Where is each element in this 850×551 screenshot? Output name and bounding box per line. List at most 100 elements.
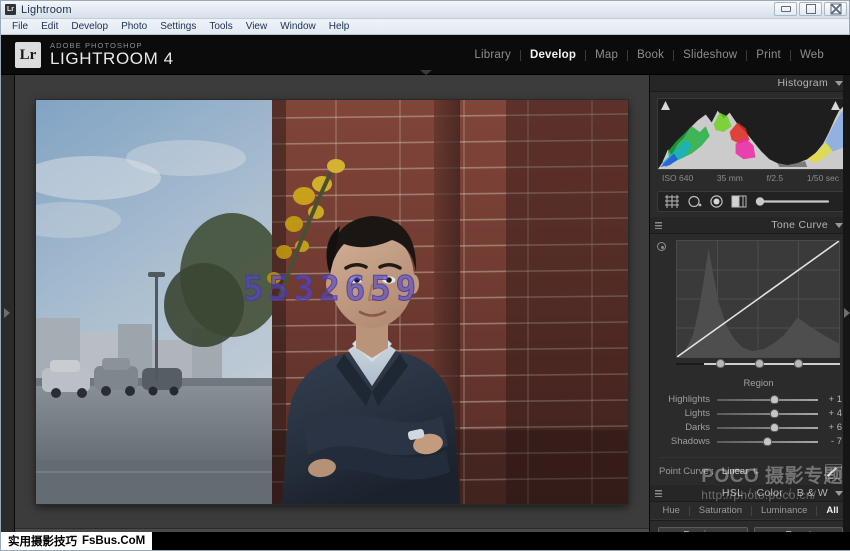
menu-tools[interactable]: Tools bbox=[203, 20, 238, 33]
slider-label: Darks bbox=[659, 422, 717, 433]
window-app-icon: Lr bbox=[5, 4, 16, 15]
tab-separator bbox=[816, 506, 817, 516]
slider-track[interactable] bbox=[717, 436, 818, 447]
histogram-exif: ISO 640 35 mm f/2.5 1/50 sec bbox=[657, 170, 844, 187]
slider-lights[interactable]: Lights + 4 bbox=[659, 407, 842, 420]
slider-knob[interactable] bbox=[770, 409, 779, 418]
right-panel-scroll: Histogram bbox=[650, 75, 850, 520]
slider-value: - 7 bbox=[818, 436, 842, 447]
hsl-panel-header[interactable]: HSL / Color / B & W bbox=[650, 485, 850, 502]
exif-iso: ISO 640 bbox=[662, 173, 693, 183]
chevron-down-icon[interactable] bbox=[835, 81, 843, 86]
module-library[interactable]: Library bbox=[465, 49, 520, 61]
slider-knob[interactable] bbox=[763, 437, 772, 446]
tone-curve-region-rail bbox=[676, 358, 840, 370]
tc-split-knob-shadows[interactable] bbox=[716, 359, 725, 368]
region-label: Region bbox=[659, 378, 842, 389]
targeted-adjustment-icon[interactable] bbox=[657, 242, 666, 251]
maximize-button[interactable] bbox=[799, 2, 822, 16]
module-slideshow[interactable]: Slideshow bbox=[674, 49, 746, 61]
tone-curve-panel-header[interactable]: Tone Curve bbox=[650, 217, 850, 234]
window-controls bbox=[774, 2, 847, 16]
tone-curve-region: Region Highlights + 1 Lights bbox=[650, 372, 850, 485]
slider-highlights[interactable]: Highlights + 1 bbox=[659, 393, 842, 406]
close-button[interactable] bbox=[824, 2, 847, 16]
menu-edit[interactable]: Edit bbox=[35, 20, 64, 33]
slider-value: + 1 bbox=[818, 394, 842, 405]
tone-curve-panel bbox=[650, 234, 850, 372]
crop-overlay-icon[interactable] bbox=[664, 195, 680, 208]
menu-help[interactable]: Help bbox=[323, 20, 356, 33]
red-eye-icon[interactable] bbox=[710, 195, 723, 208]
hsl-title-hsl[interactable]: HSL bbox=[722, 487, 743, 499]
minimize-button[interactable] bbox=[774, 2, 797, 16]
menu-view[interactable]: View bbox=[240, 20, 274, 33]
module-web[interactable]: Web bbox=[791, 49, 833, 61]
point-curve-label: Point Curve : bbox=[659, 466, 714, 477]
statusbar-text-cn: 实用摄影技巧 bbox=[8, 533, 77, 549]
slider-darks[interactable]: Darks + 6 bbox=[659, 421, 842, 434]
identity-plate[interactable]: Lr ADOBE PHOTOSHOP LIGHTROOM 4 bbox=[15, 42, 174, 68]
adjustment-brush-icon[interactable] bbox=[755, 196, 831, 207]
tc-split-knob-midtones[interactable] bbox=[755, 359, 764, 368]
hsl-title-bw[interactable]: B & W bbox=[797, 487, 828, 499]
menu-photo[interactable]: Photo bbox=[115, 20, 153, 33]
tone-curve-plot bbox=[677, 241, 839, 357]
exif-shutter: 1/50 sec bbox=[807, 173, 839, 183]
point-curve-value[interactable]: Linear bbox=[722, 466, 748, 477]
window-title: Lightroom bbox=[21, 4, 72, 16]
photo-frame: 5532659 bbox=[36, 100, 628, 504]
exif-aperture: f/2.5 bbox=[767, 173, 784, 183]
module-develop[interactable]: Develop bbox=[521, 49, 585, 61]
module-book[interactable]: Book bbox=[628, 49, 673, 61]
photo-image bbox=[36, 100, 628, 504]
slider-label: Shadows bbox=[659, 436, 717, 447]
lightroom-app: Lr ADOBE PHOTOSHOP LIGHTROOM 4 Library D… bbox=[1, 35, 850, 550]
histogram-title: Histogram bbox=[777, 77, 828, 89]
point-curve-row: Point Curve : Linear ⇅ bbox=[659, 457, 842, 479]
hsl-tab-saturation[interactable]: Saturation bbox=[699, 505, 742, 516]
module-print[interactable]: Print bbox=[747, 49, 790, 61]
slider-knob[interactable] bbox=[770, 423, 779, 432]
spot-removal-icon[interactable] bbox=[688, 195, 702, 208]
slider-track[interactable] bbox=[717, 422, 818, 433]
slider-track[interactable] bbox=[717, 408, 818, 419]
curve-edit-icon[interactable] bbox=[825, 464, 842, 479]
slider-shadows[interactable]: Shadows - 7 bbox=[659, 435, 842, 448]
histogram-graph[interactable] bbox=[657, 98, 844, 170]
right-panel-toggle[interactable] bbox=[843, 75, 850, 550]
image-canvas[interactable]: 5532659 bbox=[15, 75, 649, 528]
hsl-tab-luminance[interactable]: Luminance bbox=[761, 505, 807, 516]
exif-focal: 35 mm bbox=[717, 173, 743, 183]
hsl-tab-all[interactable]: All bbox=[826, 505, 838, 516]
tc-split-knob-highlights[interactable] bbox=[794, 359, 803, 368]
tone-curve-graph[interactable] bbox=[676, 240, 840, 358]
module-map[interactable]: Map bbox=[586, 49, 627, 61]
panel-switch-icon[interactable] bbox=[655, 490, 662, 497]
hsl-title-color[interactable]: Color bbox=[756, 487, 783, 499]
identity-product: LIGHTROOM 4 bbox=[50, 50, 174, 68]
menu-settings[interactable]: Settings bbox=[154, 20, 202, 33]
slider-label: Highlights bbox=[659, 394, 717, 405]
chevron-down-icon[interactable] bbox=[835, 223, 843, 228]
menu-develop[interactable]: Develop bbox=[65, 20, 114, 33]
slider-knob[interactable] bbox=[770, 395, 779, 404]
histogram-plot bbox=[658, 99, 843, 169]
window-titlebar: Lr Lightroom bbox=[1, 1, 849, 19]
menu-file[interactable]: File bbox=[6, 20, 34, 33]
module-picker: Library Develop Map Book Slideshow Print… bbox=[465, 35, 833, 75]
histogram-panel-header[interactable]: Histogram bbox=[650, 75, 850, 92]
slider-value: + 4 bbox=[818, 408, 842, 419]
panel-switch-icon[interactable] bbox=[655, 222, 662, 229]
slider-track[interactable] bbox=[717, 394, 818, 405]
chevron-down-icon[interactable] bbox=[835, 491, 843, 496]
graduated-filter-icon[interactable] bbox=[731, 195, 747, 208]
point-curve-stepper-icon[interactable]: ⇅ bbox=[752, 468, 759, 476]
hsl-title-separator: / bbox=[786, 487, 793, 499]
hsl-tabs: Hue Saturation Luminance All bbox=[650, 502, 850, 520]
statusbar: 实用摄影技巧 FsBus.CoM bbox=[1, 532, 850, 550]
menu-window[interactable]: Window bbox=[274, 20, 322, 33]
left-panel-toggle[interactable] bbox=[1, 75, 15, 550]
histogram-panel: ISO 640 35 mm f/2.5 1/50 sec bbox=[650, 92, 850, 189]
hsl-tab-hue[interactable]: Hue bbox=[662, 505, 679, 516]
